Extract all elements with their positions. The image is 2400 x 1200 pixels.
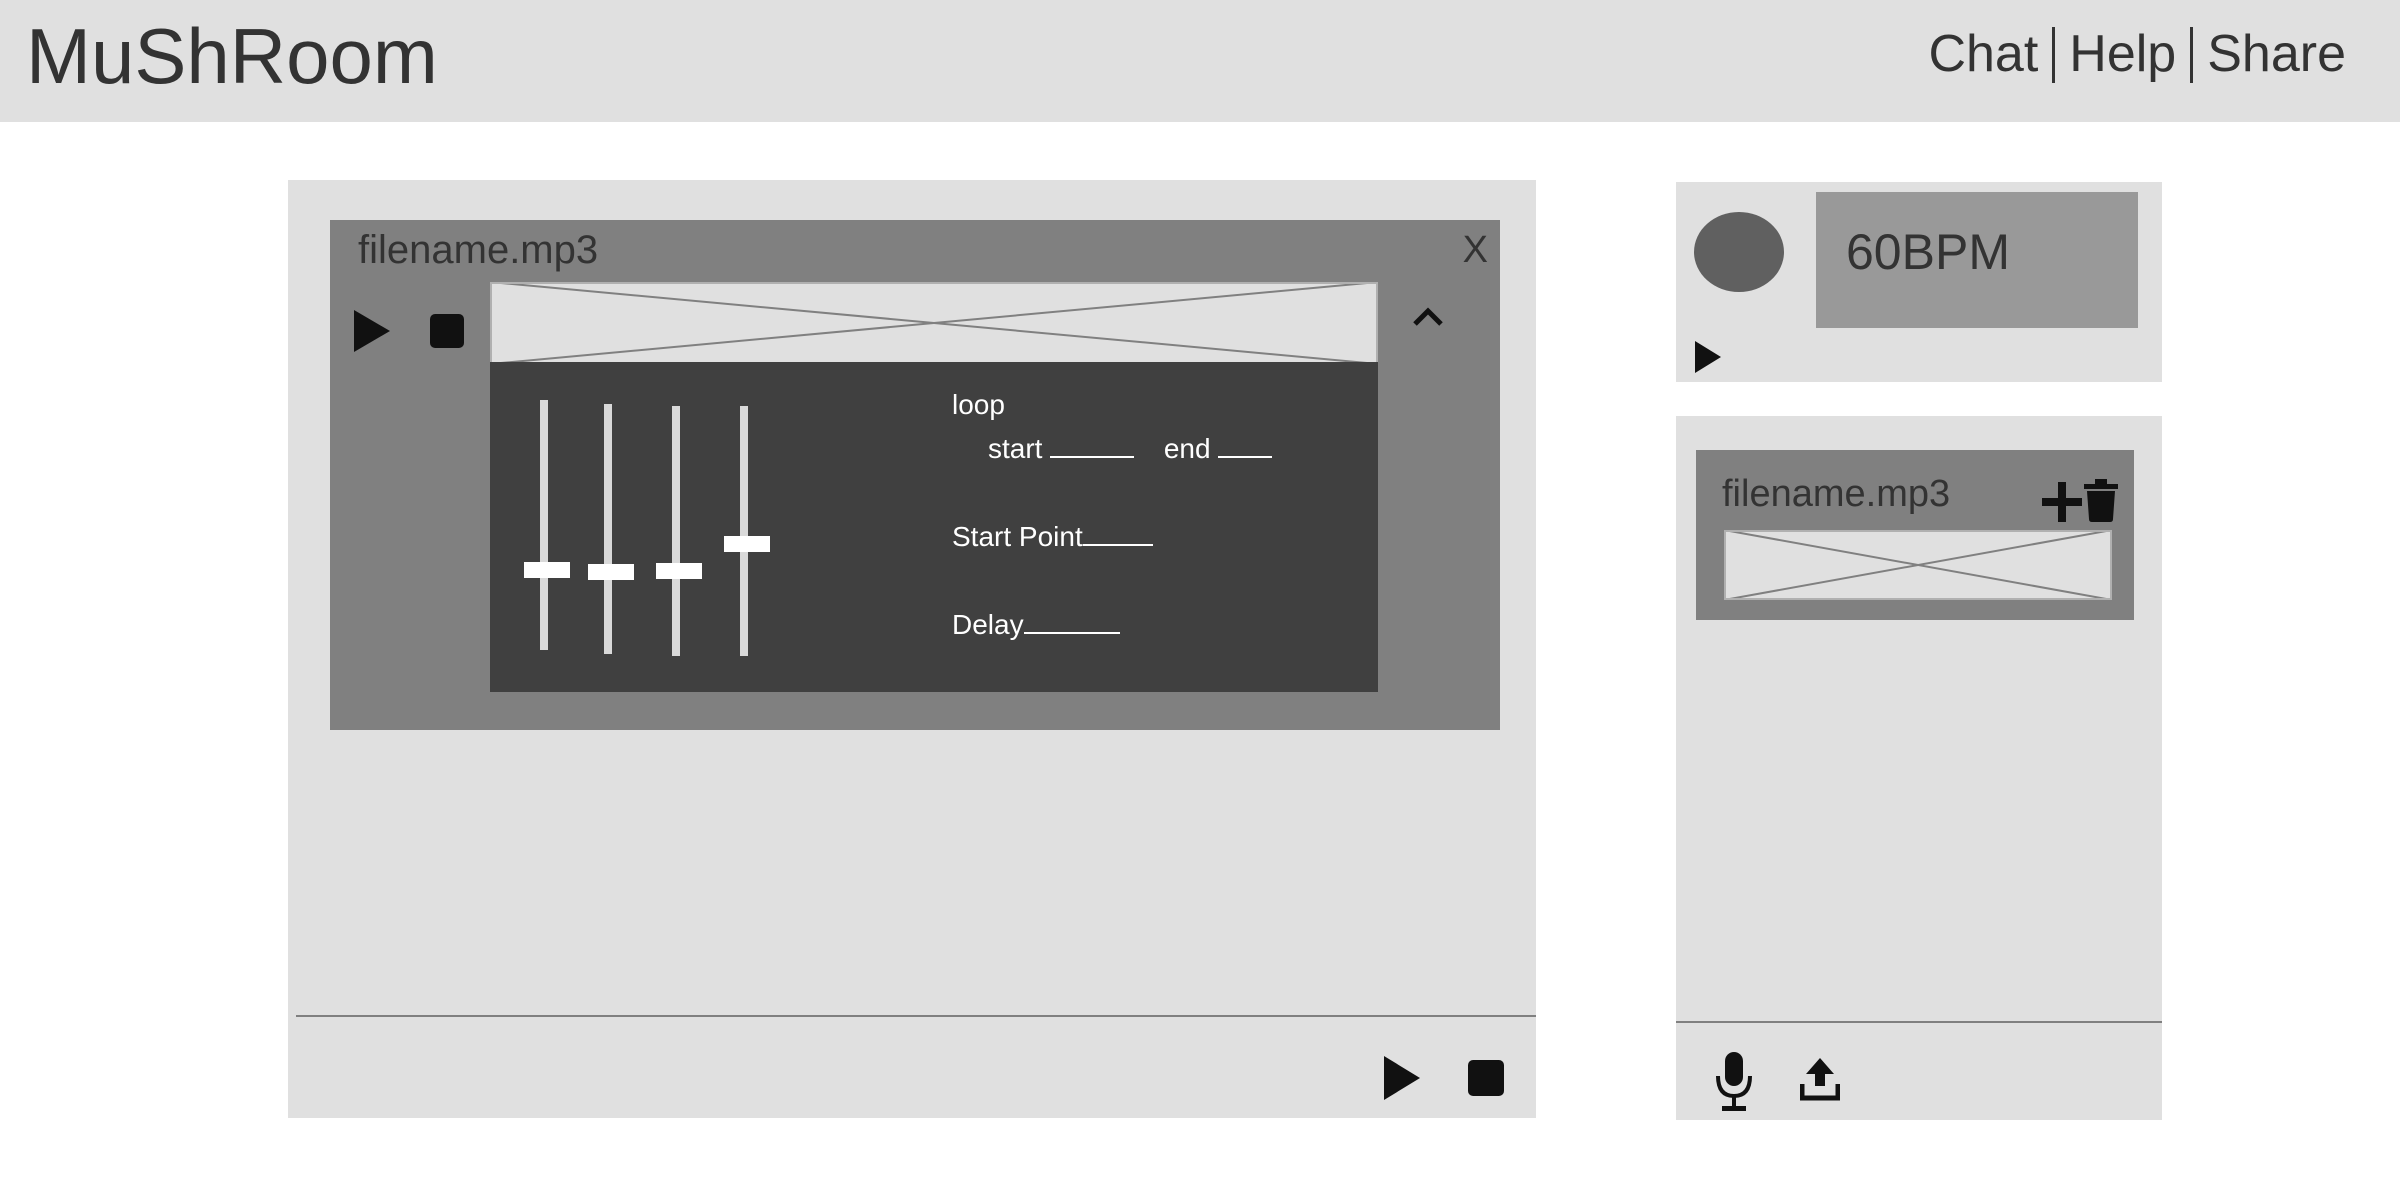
library-panel: filename.mp3 [1676, 416, 2162, 1120]
delay-field[interactable] [1023, 610, 1120, 634]
plus-icon[interactable] [2040, 480, 2084, 524]
upload-icon[interactable] [1800, 1056, 1840, 1102]
loop-start-label: start [988, 433, 1043, 464]
loop-end-label: end [1163, 433, 1211, 464]
eq-slider[interactable] [524, 400, 570, 650]
bpm-value: 60BPM [1846, 224, 2010, 280]
nav-separator [2052, 26, 2056, 83]
delay-label: Delay [952, 609, 1024, 640]
library-divider [1676, 1021, 2162, 1023]
loop-label: loop [952, 389, 1005, 420]
nav-share-link[interactable]: Share [2207, 25, 2346, 85]
start-point-label: Start Point [952, 521, 1083, 552]
play-icon[interactable] [1694, 340, 1722, 374]
eq-slider[interactable] [588, 404, 634, 654]
microphone-icon[interactable] [1712, 1050, 1756, 1114]
chevron-up-icon[interactable] [1410, 302, 1446, 332]
waveform-placeholder[interactable] [490, 282, 1378, 364]
nav-separator [2190, 26, 2194, 83]
workspace-panel: filename.mp3 X loop start end Start Poin… [288, 180, 1536, 1118]
slider-knob[interactable] [588, 564, 634, 580]
slider-knob[interactable] [656, 563, 702, 579]
waveform-placeholder[interactable] [1724, 530, 2112, 600]
tempo-panel: 60BPM [1676, 182, 2162, 382]
library-item-filename: filename.mp3 [1722, 473, 1951, 515]
app-title: MuShRoom [26, 12, 438, 100]
eq-slider[interactable] [724, 406, 770, 656]
nav-chat-link[interactable]: Chat [1928, 25, 2038, 85]
transport-divider [296, 1015, 1536, 1017]
start-point-field[interactable] [1082, 522, 1153, 546]
metronome-button[interactable] [1694, 212, 1784, 292]
play-icon[interactable] [1382, 1054, 1422, 1102]
stop-icon[interactable] [430, 314, 464, 348]
top-nav: Chat Help Share [1928, 25, 2346, 85]
nav-help-link[interactable]: Help [2069, 25, 2176, 85]
loop-end-field[interactable] [1218, 434, 1273, 458]
play-icon[interactable] [352, 308, 392, 354]
slider-knob[interactable] [524, 562, 570, 578]
track-filename: filename.mp3 [358, 228, 599, 272]
slider-knob[interactable] [724, 536, 770, 552]
trash-icon[interactable] [2084, 478, 2118, 522]
stop-icon[interactable] [1468, 1060, 1504, 1096]
eq-slider[interactable] [656, 406, 702, 656]
loop-start-field[interactable] [1050, 434, 1135, 458]
close-track-button[interactable]: X [1463, 228, 1488, 274]
effects-panel: loop start end Start Point Delay [490, 362, 1378, 692]
library-item[interactable]: filename.mp3 [1696, 450, 2134, 620]
track-card: filename.mp3 X loop start end Start Poin… [330, 220, 1500, 730]
app-header: MuShRoom Chat Help Share [0, 0, 2400, 122]
bpm-display[interactable]: 60BPM [1816, 192, 2138, 328]
